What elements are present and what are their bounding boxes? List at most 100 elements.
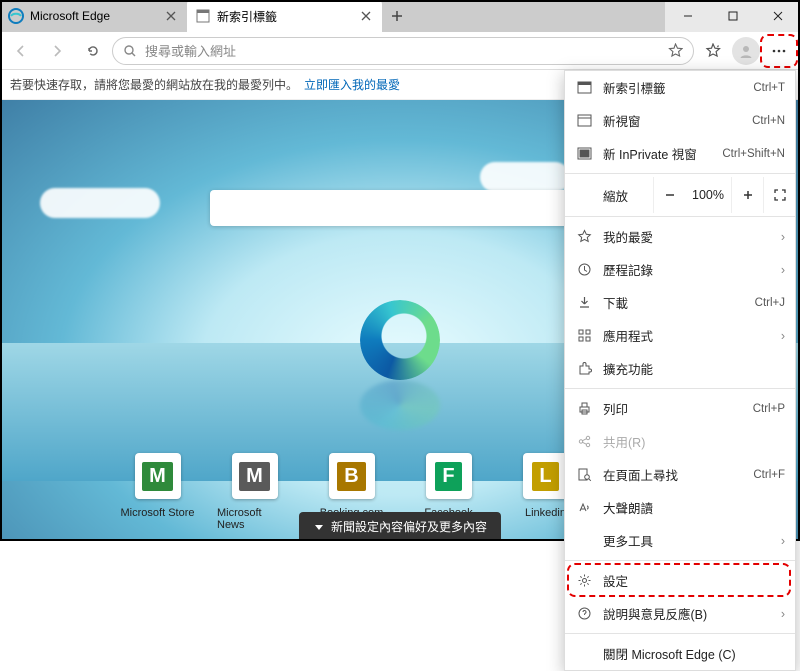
address-placeholder: 搜尋或輸入網址 xyxy=(145,41,660,60)
new-tab-button[interactable] xyxy=(382,0,412,32)
tab-title: 新索引標籤 xyxy=(217,8,352,25)
menu-help[interactable]: 說明與意見反應(B) › xyxy=(565,597,795,630)
app-menu: 新索引標籤 Ctrl+T 新視窗 Ctrl+N 新 InPrivate 視窗 C… xyxy=(564,70,796,671)
menu-zoom-row: 縮放 100% xyxy=(565,177,795,213)
menu-label: 關閉 Microsoft Edge (C) xyxy=(603,644,785,663)
read-aloud-icon xyxy=(575,500,593,515)
tile-label: Microsoft News xyxy=(217,507,292,531)
import-favorites-link[interactable]: 立即匯入我的最愛 xyxy=(304,76,400,93)
menu-label: 列印 xyxy=(603,399,743,418)
zoom-out-button[interactable] xyxy=(653,177,685,213)
menu-shortcut: Ctrl+Shift+N xyxy=(722,148,785,160)
search-icon xyxy=(123,44,137,58)
menu-share: 共用(R) xyxy=(565,425,795,458)
menu-shortcut: Ctrl+F xyxy=(753,469,785,481)
refresh-button[interactable] xyxy=(76,36,110,66)
zoom-in-button[interactable] xyxy=(731,177,763,213)
new-tab-icon xyxy=(575,80,593,95)
share-icon xyxy=(575,434,593,449)
quick-link-tile[interactable]: MMicrosoft News xyxy=(217,453,292,531)
news-settings-bar[interactable]: 新聞設定內容偏好及更多內容 xyxy=(299,512,501,541)
menu-find[interactable]: 在頁面上尋找 Ctrl+F xyxy=(565,458,795,491)
menu-label: 應用程式 xyxy=(603,326,771,345)
profile-button[interactable] xyxy=(732,37,760,65)
gear-icon xyxy=(575,573,593,588)
menu-history[interactable]: 歷程記錄 › xyxy=(565,253,795,286)
toolbar: 搜尋或輸入網址 xyxy=(0,32,800,70)
chevron-down-icon xyxy=(313,521,325,533)
edge-icon xyxy=(8,8,24,24)
favorite-star-icon[interactable] xyxy=(668,43,683,58)
menu-separator xyxy=(565,560,795,561)
close-window-button[interactable] xyxy=(755,0,800,32)
apps-icon xyxy=(575,328,593,343)
fav-bar-msg: 若要快速存取，請將您最愛的網站放在我的最愛列中。 xyxy=(10,76,298,93)
page-icon xyxy=(195,8,211,24)
menu-shortcut: Ctrl+P xyxy=(753,403,785,415)
forward-button[interactable] xyxy=(40,36,74,66)
menu-print[interactable]: 列印 Ctrl+P xyxy=(565,392,795,425)
back-button[interactable] xyxy=(4,36,38,66)
favorites-pin-button[interactable] xyxy=(696,36,730,66)
address-bar[interactable]: 搜尋或輸入網址 xyxy=(112,37,694,65)
tab-active-newtab[interactable]: 新索引標籤 xyxy=(187,0,382,32)
menu-separator xyxy=(565,633,795,634)
tab-title: Microsoft Edge xyxy=(30,9,157,23)
menu-label: 說明與意見反應(B) xyxy=(603,604,771,623)
menu-shortcut: Ctrl+N xyxy=(752,115,785,127)
menu-label: 大聲朗讀 xyxy=(603,498,785,517)
menu-apps[interactable]: 應用程式 › xyxy=(565,319,795,352)
history-icon xyxy=(575,262,593,277)
inprivate-icon xyxy=(575,146,593,161)
zoom-label: 縮放 xyxy=(565,186,653,205)
title-bar: Microsoft Edge 新索引標籤 xyxy=(0,0,800,32)
menu-label: 下載 xyxy=(603,293,745,312)
menu-separator xyxy=(565,173,795,174)
menu-label: 設定 xyxy=(603,571,785,590)
menu-label: 共用(R) xyxy=(603,432,785,451)
print-icon xyxy=(575,401,593,416)
menu-separator xyxy=(565,388,795,389)
more-menu-button[interactable] xyxy=(762,36,796,66)
chevron-right-icon: › xyxy=(781,607,785,621)
menu-extensions[interactable]: 擴充功能 xyxy=(565,352,795,385)
menu-label: 新 InPrivate 視窗 xyxy=(603,144,712,163)
menu-label: 在頁面上尋找 xyxy=(603,465,743,484)
maximize-button[interactable] xyxy=(710,0,755,32)
close-icon[interactable] xyxy=(358,8,374,24)
chevron-right-icon: › xyxy=(781,230,785,244)
menu-label: 擴充功能 xyxy=(603,359,785,378)
close-icon[interactable] xyxy=(163,8,179,24)
extensions-icon xyxy=(575,361,593,376)
menu-label: 我的最愛 xyxy=(603,227,771,246)
new-window-icon xyxy=(575,113,593,128)
menu-downloads[interactable]: 下載 Ctrl+J xyxy=(565,286,795,319)
chevron-right-icon: › xyxy=(781,329,785,343)
download-icon xyxy=(575,295,593,310)
menu-shortcut: Ctrl+T xyxy=(753,82,785,94)
fullscreen-button[interactable] xyxy=(763,177,795,213)
edge-logo-icon xyxy=(360,300,440,380)
chevron-right-icon: › xyxy=(781,263,785,277)
menu-label: 新視窗 xyxy=(603,111,742,130)
menu-new-inprivate[interactable]: 新 InPrivate 視窗 Ctrl+Shift+N xyxy=(565,137,795,170)
news-bar-label: 新聞設定內容偏好及更多內容 xyxy=(331,518,487,535)
cloud-decoration xyxy=(480,162,570,192)
zoom-value: 100% xyxy=(685,188,731,202)
logo-reflection xyxy=(360,380,440,430)
menu-favorites[interactable]: 我的最愛 › xyxy=(565,220,795,253)
menu-settings[interactable]: 設定 xyxy=(565,564,795,597)
menu-close-edge[interactable]: 關閉 Microsoft Edge (C) xyxy=(565,637,795,670)
menu-shortcut: Ctrl+J xyxy=(755,297,785,309)
tile-label: Linkedin xyxy=(525,507,566,519)
menu-new-window[interactable]: 新視窗 Ctrl+N xyxy=(565,104,795,137)
ntp-search-box[interactable] xyxy=(210,190,590,226)
tab-inactive-edge[interactable]: Microsoft Edge xyxy=(0,0,187,32)
window-controls xyxy=(665,0,800,32)
menu-read-aloud[interactable]: 大聲朗讀 xyxy=(565,491,795,524)
menu-separator xyxy=(565,216,795,217)
help-icon xyxy=(575,606,593,621)
minimize-button[interactable] xyxy=(665,0,710,32)
menu-new-tab[interactable]: 新索引標籤 Ctrl+T xyxy=(565,71,795,104)
quick-link-tile[interactable]: MMicrosoft Store xyxy=(120,453,195,531)
